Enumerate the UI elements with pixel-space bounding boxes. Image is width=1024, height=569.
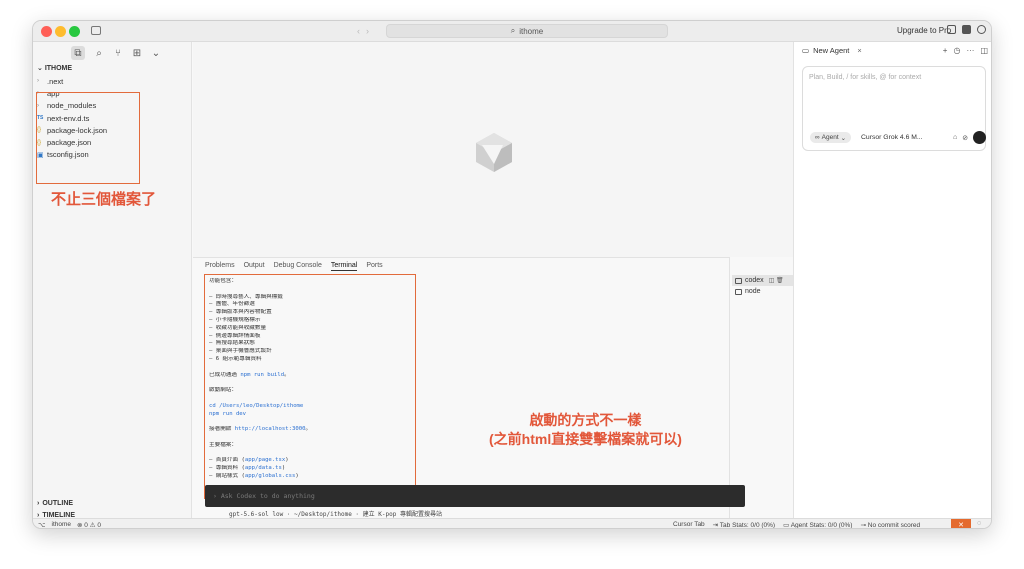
attach-icon[interactable]: ⊘: [962, 134, 968, 142]
chat-icon[interactable]: [962, 25, 971, 34]
cursor-tab-status[interactable]: Cursor Tab: [673, 521, 705, 528]
sidebar-section-label: OUTLINE: [42, 499, 74, 507]
zoom-window-button[interactable]: [69, 26, 80, 37]
terminal-session-node[interactable]: node: [732, 286, 794, 297]
search-icon: ⌕: [510, 26, 516, 35]
sidebar-section[interactable]: › OUTLINE: [33, 497, 192, 509]
tree-item-label: .next: [47, 76, 64, 86]
agent-panel: ▭ New Agent × + ◷ ··· ◫ Plan, Build, / f…: [793, 42, 991, 518]
split-trash-icon[interactable]: ◫ 🗑: [769, 277, 784, 284]
terminal-session-codex[interactable]: codex ◫ 🗑: [732, 275, 794, 286]
annotation-files: 不止三個檔案了: [51, 191, 157, 208]
agent-prompt-placeholder: Plan, Build, / for skills, @ for context: [809, 74, 922, 81]
close-icon[interactable]: ×: [857, 46, 861, 55]
prompt-caret-icon: ›: [213, 492, 221, 500]
toggle-sidebar-icon[interactable]: [91, 26, 101, 35]
codex-status-line: gpt-5.6-sol low · ~/Desktop/ithome · 建立 …: [229, 511, 442, 518]
agent-mode-select[interactable]: ∞ Agent ⌄: [810, 132, 852, 143]
close-window-button[interactable]: [41, 26, 52, 37]
search-icon[interactable]: ⌕: [94, 48, 104, 59]
chat-bubble-icon: ▭: [802, 46, 810, 55]
upgrade-link[interactable]: Upgrade to Pro: [897, 26, 951, 35]
nav-arrows[interactable]: ‹›: [357, 26, 375, 36]
cursor-badge-icon[interactable]: ✕: [951, 519, 971, 528]
titlebar: ‹› ⌕ ithome Upgrade to Pro: [33, 21, 991, 42]
agent-tab[interactable]: ▭ New Agent × + ◷ ··· ◫: [794, 42, 991, 59]
bell-icon[interactable]: ◌: [977, 520, 981, 527]
chevron-right-icon: ›: [37, 78, 39, 85]
codex-prompt-input[interactable]: › Ask Codex to do anything: [205, 485, 745, 507]
chevron-down-icon[interactable]: ⌄: [151, 48, 161, 59]
annotation-box-files: [36, 92, 140, 184]
minimize-window-button[interactable]: [55, 26, 66, 37]
commit-score[interactable]: ⊸ No commit scored: [860, 521, 920, 529]
agent-tab-title: New Agent: [813, 46, 850, 55]
tab-terminal[interactable]: Terminal: [330, 262, 358, 271]
tab-stats[interactable]: ⇥ Tab Stats: 0/0 (0%): [713, 521, 775, 528]
more-icon[interactable]: ···: [966, 46, 974, 55]
tab-ports[interactable]: Ports: [366, 262, 382, 271]
problems-count[interactable]: ⊗ 0 ⚠ 0: [77, 521, 101, 528]
tab-output[interactable]: Output: [244, 262, 265, 271]
terminal-icon: [735, 288, 742, 295]
cursor-logo-icon: [476, 133, 512, 172]
chevron-right-icon: ›: [37, 499, 40, 507]
workspace-name[interactable]: ithome: [52, 521, 72, 528]
cloud-icon[interactable]: ⌂: [953, 134, 957, 141]
status-bar: ⌥ ithome ⊗ 0 ⚠ 0 Cursor Tab ⇥ Tab Stats:…: [33, 518, 991, 529]
command-search[interactable]: ⌕ ithome: [386, 24, 668, 38]
chevron-down-icon: ⌄: [840, 134, 847, 142]
agent-prompt-box[interactable]: Plan, Build, / for skills, @ for context…: [802, 66, 987, 151]
annotation-box-terminal: [204, 274, 416, 499]
panel-tabs: Problems Output Debug Console Terminal Ports: [205, 262, 383, 271]
source-control-icon[interactable]: ⑂: [113, 48, 123, 59]
agent-stats[interactable]: ▭ Agent Stats: 0/0 (0%): [783, 521, 852, 529]
panel-toggle-icon[interactable]: ◫: [980, 46, 988, 55]
layout-panel-icon[interactable]: [947, 25, 956, 34]
settings-gear-icon[interactable]: [977, 25, 986, 34]
history-icon[interactable]: ◷: [953, 46, 960, 55]
add-icon[interactable]: +: [943, 46, 948, 55]
terminal-session-list: codex ◫ 🗑 node: [729, 257, 794, 518]
explorer-title[interactable]: ⌄ ITHOME: [37, 64, 72, 72]
commit-icon: ⊸: [860, 522, 868, 529]
files-icon[interactable]: ⧉: [71, 46, 85, 60]
chat-bubble-icon: ▭: [783, 522, 791, 529]
infinity-icon: ∞: [815, 134, 820, 141]
tree-item[interactable]: › .next: [33, 75, 192, 87]
tab-debug-console[interactable]: Debug Console: [274, 262, 322, 271]
search-text: ithome: [519, 26, 544, 36]
bottom-panel: Problems Output Debug Console Terminal Ports…: [193, 257, 793, 518]
annotation-run: 啟動的方式不一樣 (之前html直接雙擊檔案就可以): [489, 412, 682, 447]
extensions-icon[interactable]: ⊞: [132, 48, 142, 59]
terminal-icon: [735, 277, 742, 284]
sidebar: ⧉ ⌕ ⑂ ⊞ ⌄ ⌄ ITHOME › .next › app › node_modul…: [33, 42, 192, 528]
model-select[interactable]: Cursor Grok 4.6 M...: [861, 134, 923, 141]
chevron-down-icon: ⌄: [37, 65, 45, 72]
editor-area: [193, 42, 793, 257]
mic-icon[interactable]: [973, 131, 987, 144]
tab-problems[interactable]: Problems: [205, 262, 235, 271]
app-window: ‹› ⌕ ithome Upgrade to Pro ⧉ ⌕ ⑂ ⊞ ⌄ ⌄ I…: [32, 20, 992, 529]
remote-icon[interactable]: ⌥: [38, 521, 46, 528]
